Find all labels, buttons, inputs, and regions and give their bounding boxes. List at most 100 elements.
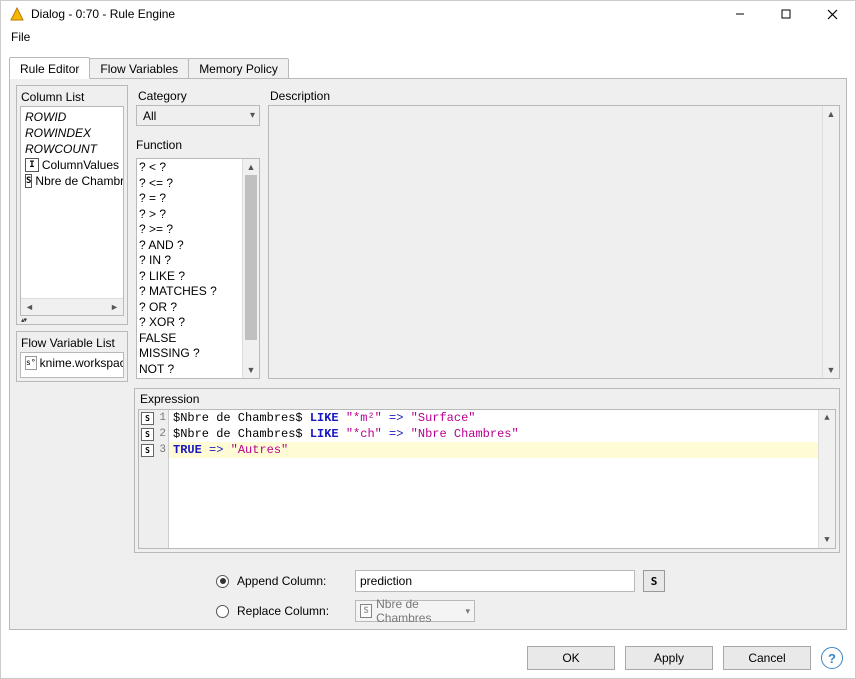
column-list-item-label: ROWCOUNT (25, 141, 97, 157)
column-list-hscroll[interactable]: ◄ ► (21, 298, 123, 315)
titlebar: Dialog - 0:70 - Rule Engine (1, 1, 855, 27)
function-item[interactable]: ? OR ? (139, 300, 240, 316)
apply-button[interactable]: Apply (625, 646, 713, 670)
app-icon (9, 6, 25, 22)
tab-flow-variables[interactable]: Flow Variables (89, 58, 189, 78)
column-list-title: Column List (17, 86, 127, 106)
string-type-icon: S (141, 412, 154, 425)
tab-memory-policy[interactable]: Memory Policy (188, 58, 289, 78)
function-item[interactable]: FALSE (139, 331, 240, 347)
chevron-down-icon: ▾ (250, 110, 255, 121)
column-list-item-label: ColumnValues (42, 157, 119, 173)
column-list-item[interactable]: ROWCOUNT (23, 141, 121, 157)
function-item[interactable]: MISSING ? (139, 346, 240, 362)
category-section: Category All ▾ (134, 85, 262, 130)
column-list-item-label: ROWID (25, 109, 66, 125)
flow-variable-icon: s° (25, 356, 37, 370)
append-type-button[interactable]: S (643, 570, 665, 592)
description-box: ▲ ▼ (268, 105, 840, 379)
function-item[interactable]: ? MATCHES ? (139, 284, 240, 300)
function-item[interactable]: ? IN ? (139, 253, 240, 269)
line-number: 1 (156, 412, 166, 424)
menu-file[interactable]: File (5, 28, 36, 46)
expression-panel: Expression S1S2S3 $Nbre de Chambres$ LIK… (134, 388, 840, 553)
tab-panel-rule-editor: Column List ROWIDROWINDEXROWCOUNTIColumn… (9, 78, 847, 630)
append-radio[interactable] (216, 575, 229, 588)
function-item[interactable]: ? < ? (139, 160, 240, 176)
scroll-down-icon[interactable]: ▼ (823, 362, 839, 378)
function-item[interactable]: ? = ? (139, 191, 240, 207)
replace-column-combo[interactable]: S Nbre de Chambres ▾ (355, 600, 475, 622)
menubar: File (1, 27, 855, 46)
window-title: Dialog - 0:70 - Rule Engine (31, 7, 175, 21)
description-label: Description (268, 85, 840, 105)
string-type-icon: S (141, 428, 154, 441)
chevron-down-icon: ▾ (465, 606, 470, 617)
editor-vscroll[interactable]: ▲ ▼ (818, 410, 835, 548)
line-number: 3 (156, 444, 166, 456)
int-type-icon: I (25, 158, 39, 172)
function-vscroll[interactable]: ▲ ▼ (242, 159, 259, 378)
string-type-icon: S (360, 604, 372, 618)
dialog-button-bar: OK Apply Cancel ? (1, 638, 855, 678)
flow-variable-list[interactable]: s°knime.workspace (20, 352, 124, 378)
function-label: Function (134, 134, 262, 154)
string-type-icon: S (141, 444, 154, 457)
function-item[interactable]: ? > ? (139, 207, 240, 223)
gutter-line: S2 (139, 426, 168, 442)
function-item[interactable]: ? AND ? (139, 238, 240, 254)
tabs: Rule Editor Flow Variables Memory Policy (9, 56, 847, 78)
expression-line[interactable]: TRUE => "Autres" (169, 442, 818, 458)
minimize-button[interactable] (717, 1, 763, 27)
expression-line[interactable]: $Nbre de Chambres$ LIKE "*ch" => "Nbre C… (169, 426, 818, 442)
scroll-down-icon[interactable]: ▼ (243, 362, 259, 378)
function-item[interactable]: ? LIKE ? (139, 269, 240, 285)
split-handle-icon[interactable]: ▴▾ (21, 316, 127, 324)
function-item[interactable]: ? <= ? (139, 176, 240, 192)
replace-radio[interactable] (216, 605, 229, 618)
flow-variable-label: knime.workspace (40, 355, 123, 371)
expression-line[interactable]: $Nbre de Chambres$ LIKE "*m²" => "Surfac… (169, 410, 818, 426)
help-button[interactable]: ? (821, 647, 843, 669)
function-item[interactable]: ? >= ? (139, 222, 240, 238)
scroll-up-icon[interactable]: ▲ (819, 410, 835, 426)
flow-variable-item[interactable]: s°knime.workspace (23, 355, 121, 371)
column-list-item[interactable]: IColumnValues (23, 157, 121, 173)
category-label: Category (134, 85, 262, 105)
column-list-panel: Column List ROWIDROWINDEXROWCOUNTIColumn… (16, 85, 128, 325)
function-item[interactable]: NOT ? (139, 362, 240, 378)
function-item[interactable]: ? XOR ? (139, 315, 240, 331)
cancel-button[interactable]: Cancel (723, 646, 811, 670)
column-list-item[interactable]: ROWINDEX (23, 125, 121, 141)
gutter-line: S1 (139, 410, 168, 426)
gutter-line: S3 (139, 442, 168, 458)
column-list-item[interactable]: ROWID (23, 109, 121, 125)
scroll-left-icon[interactable]: ◄ (22, 300, 37, 315)
category-select[interactable]: All ▾ (136, 105, 260, 126)
scroll-right-icon[interactable]: ► (107, 300, 122, 315)
maximize-button[interactable] (763, 1, 809, 27)
flow-variable-title: Flow Variable List (17, 332, 127, 352)
close-button[interactable] (809, 1, 855, 27)
column-list[interactable]: ROWIDROWINDEXROWCOUNTIColumnValuesSNbre … (20, 106, 124, 316)
append-label: Append Column: (237, 574, 347, 588)
scroll-up-icon[interactable]: ▲ (823, 106, 839, 122)
ok-button[interactable]: OK (527, 646, 615, 670)
replace-label: Replace Column: (237, 604, 347, 618)
output-column-choice: Append Column: prediction S Replace Colu… (16, 569, 840, 623)
append-column-input[interactable]: prediction (355, 570, 635, 592)
expression-editor[interactable]: S1S2S3 $Nbre de Chambres$ LIKE "*m²" => … (138, 409, 836, 549)
string-type-icon: S (25, 174, 32, 188)
column-list-item[interactable]: SNbre de Chambres (23, 173, 121, 189)
editor-gutter: S1S2S3 (139, 410, 169, 548)
expression-title: Expression (138, 392, 836, 409)
function-list[interactable]: ? < ?? <= ?? = ?? > ?? >= ?? AND ?? IN ?… (136, 158, 260, 379)
tab-rule-editor[interactable]: Rule Editor (9, 57, 90, 79)
scroll-up-icon[interactable]: ▲ (243, 159, 259, 175)
line-number: 2 (156, 428, 166, 440)
column-list-item-label: Nbre de Chambres (35, 173, 123, 189)
scroll-down-icon[interactable]: ▼ (819, 532, 835, 548)
column-list-item-label: ROWINDEX (25, 125, 91, 141)
flow-variable-panel: Flow Variable List s°knime.workspace (16, 331, 128, 382)
description-vscroll[interactable]: ▲ ▼ (822, 106, 839, 378)
